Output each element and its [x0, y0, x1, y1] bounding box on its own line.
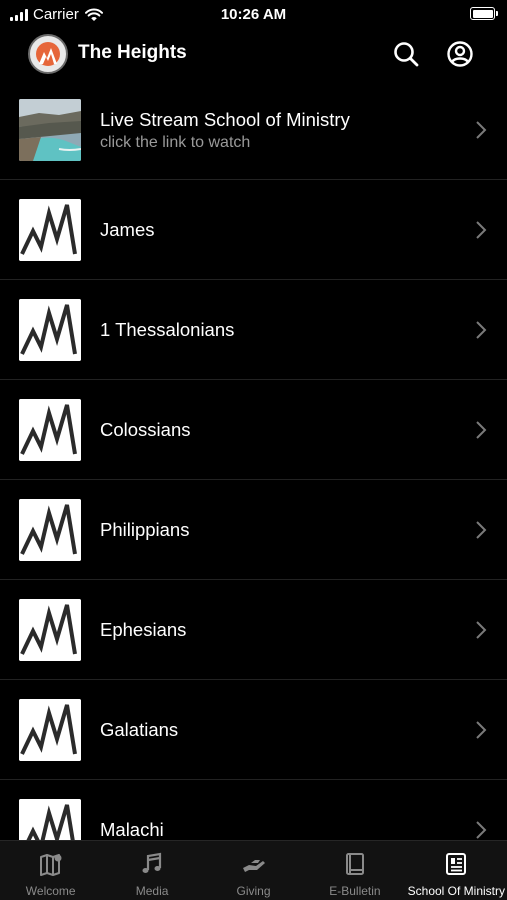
list-item-title: Live Stream School of Ministry [100, 108, 350, 130]
list-item-colossians[interactable]: Colossians [0, 380, 507, 480]
tab-giving[interactable]: Giving [203, 841, 304, 900]
chevron-right-icon [476, 321, 487, 339]
tab-label: Giving [236, 884, 271, 898]
list-item-title: Galatians [100, 719, 179, 740]
chevron-right-icon [476, 721, 487, 739]
mountain-logo-thumbnail [19, 699, 81, 761]
chevron-right-icon [476, 421, 487, 439]
newspaper-icon [446, 853, 467, 875]
music-note-icon [142, 852, 162, 873]
list-item-title: Philippians [100, 519, 190, 540]
tab-welcome[interactable]: Welcome [0, 841, 101, 900]
tab-label: Media [135, 884, 169, 898]
tab-label: E-Bulletin [329, 884, 381, 898]
map-icon [39, 854, 62, 876]
mountain-logo-thumbnail [19, 199, 81, 261]
chevron-right-icon [476, 821, 487, 839]
account-button[interactable] [445, 39, 475, 69]
church-logo-icon [28, 34, 68, 74]
list-item-live-stream[interactable]: Live Stream School of Ministry click the… [0, 80, 507, 180]
list-item-title: Malachi [100, 819, 164, 840]
list-item-galatians[interactable]: Galatians [0, 680, 507, 780]
chevron-right-icon [476, 221, 487, 239]
app-title: The Heights [78, 42, 187, 63]
chevron-right-icon [476, 121, 487, 139]
chevron-right-icon [476, 621, 487, 639]
content-list: Live Stream School of Ministry click the… [0, 80, 507, 840]
tab-bar: Welcome Media Giving E-Bulletin School O… [0, 840, 507, 900]
list-item-malachi[interactable]: Malachi [0, 780, 507, 840]
mountain-logo-thumbnail [19, 599, 81, 661]
list-item-ephesians[interactable]: Ephesians [0, 580, 507, 680]
mountain-logo-thumbnail [19, 499, 81, 561]
chevron-right-icon [476, 521, 487, 539]
status-bar: Carrier 10:26 AM [0, 0, 507, 28]
search-button[interactable] [391, 39, 421, 69]
list-item-philippians[interactable]: Philippians [0, 480, 507, 580]
mountain-logo-thumbnail [19, 299, 81, 361]
tab-school-of-ministry[interactable]: School Of Ministry [406, 841, 507, 900]
mountain-logo-thumbnail [19, 799, 81, 840]
tab-media[interactable]: Media [101, 841, 202, 900]
giving-hand-icon [242, 860, 265, 872]
battery-icon [470, 7, 498, 20]
list-item-title: Colossians [100, 419, 191, 440]
account-icon [447, 41, 473, 67]
list-item-title: 1 Thessalonians [100, 319, 235, 340]
app-header: The Heights [0, 28, 507, 80]
tab-e-bulletin[interactable]: E-Bulletin [304, 841, 405, 900]
list-item-1-thessalonians[interactable]: 1 Thessalonians [0, 280, 507, 380]
tab-label: Welcome [25, 884, 76, 898]
book-icon [345, 853, 364, 875]
list-item-subtitle: click the link to watch [100, 133, 251, 151]
search-icon [394, 42, 419, 67]
coastal-cliffs-thumbnail [19, 99, 81, 161]
mountain-logo-thumbnail [19, 399, 81, 461]
list-item-james[interactable]: James [0, 180, 507, 280]
tab-label: School Of Ministry [407, 884, 505, 898]
list-item-title: James [100, 219, 155, 240]
list-item-title: Ephesians [100, 619, 187, 640]
status-time: 10:26 AM [220, 6, 287, 23]
